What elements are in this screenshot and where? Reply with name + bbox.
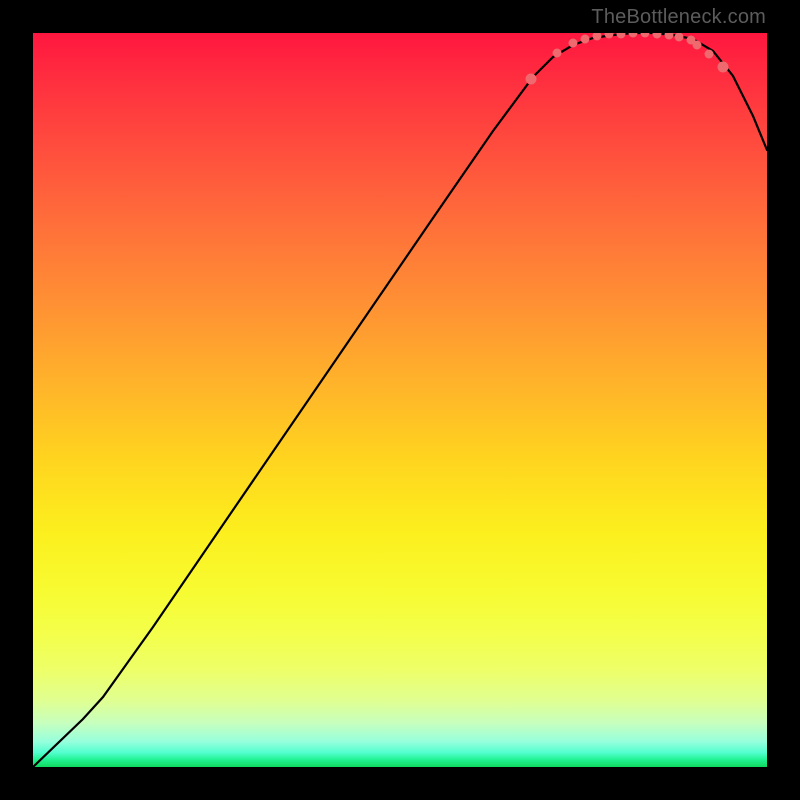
data-marker bbox=[675, 33, 684, 42]
data-marker bbox=[617, 33, 626, 39]
data-marker bbox=[569, 39, 578, 48]
data-marker bbox=[641, 33, 650, 38]
curve-layer bbox=[33, 33, 767, 767]
bottleneck-curve bbox=[33, 33, 767, 767]
data-marker bbox=[705, 50, 714, 59]
plot-area bbox=[33, 33, 767, 767]
data-marker bbox=[653, 33, 662, 39]
data-marker bbox=[665, 33, 674, 40]
watermark-text: TheBottleneck.com bbox=[591, 6, 766, 29]
chart-stage: TheBottleneck.com bbox=[0, 0, 800, 800]
data-marker bbox=[593, 33, 602, 41]
data-marker bbox=[526, 74, 537, 85]
data-marker bbox=[553, 49, 562, 58]
data-marker bbox=[718, 62, 729, 73]
marker-group bbox=[526, 33, 729, 85]
data-marker bbox=[605, 33, 614, 39]
data-marker bbox=[629, 33, 638, 38]
data-marker bbox=[581, 35, 590, 44]
data-marker bbox=[693, 41, 702, 50]
